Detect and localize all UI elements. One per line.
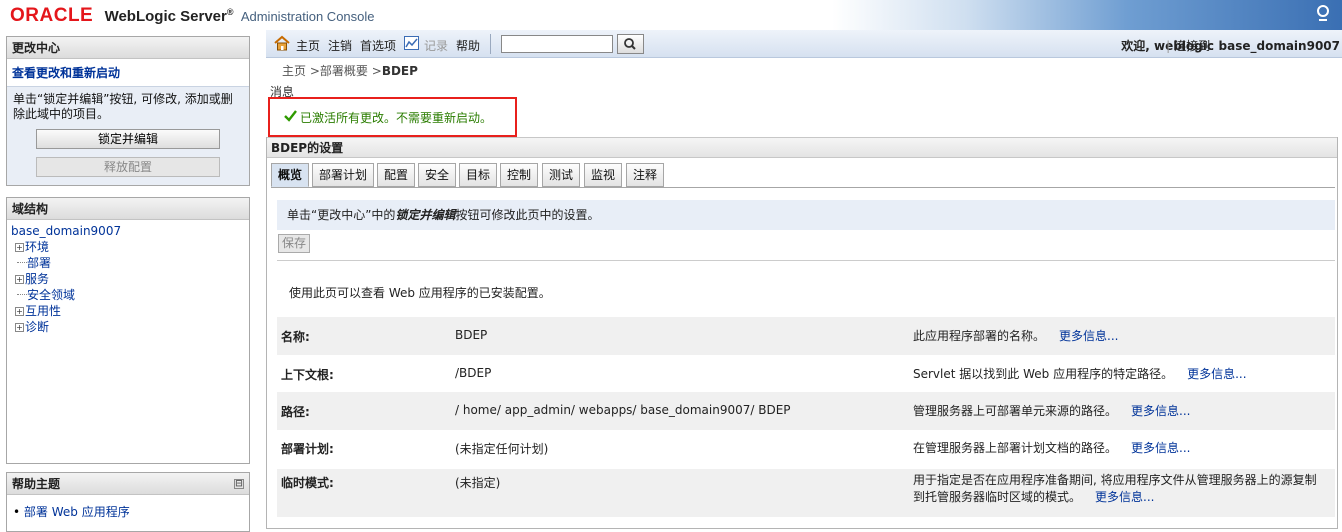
edit-note: 单击“更改中心”中的锁定并编辑按钮可修改此页中的设置。 xyxy=(277,200,1335,230)
change-center-title: 更改中心 xyxy=(7,37,249,59)
expand-icon[interactable]: + xyxy=(15,243,24,252)
more-info-link[interactable]: 更多信息... xyxy=(1131,441,1190,455)
more-info-link[interactable]: 更多信息... xyxy=(1131,404,1190,418)
magnifier-icon xyxy=(624,38,636,50)
header-banner: ORACLE WebLogic Server® Administration C… xyxy=(0,0,1342,30)
breadcrumb-current: BDEP xyxy=(381,64,418,78)
settings-panel: BDEP的设置 概览 部署计划 配置 安全 目标 控制 测试 监视 注释 单击“… xyxy=(266,137,1338,529)
top-toolbar: 主页 注销 首选项 记录 帮助 欢迎, weblogic | 连接到: base… xyxy=(266,30,1342,58)
field-label-deployment-plan: 部署计划: xyxy=(281,442,334,456)
field-label-name: 名称: xyxy=(281,330,310,344)
divider xyxy=(277,260,1335,261)
tab-overview[interactable]: 概览 xyxy=(271,163,309,187)
collapse-icon[interactable]: ⊟ xyxy=(234,479,244,489)
toolbar-search-input[interactable] xyxy=(501,35,613,53)
tab-control[interactable]: 控制 xyxy=(500,163,538,187)
help-list: • 部署 Web 应用程序 xyxy=(13,505,130,519)
more-info-link[interactable]: 更多信息... xyxy=(1095,490,1154,504)
lock-and-edit-button[interactable]: 锁定并编辑 xyxy=(36,129,220,149)
domain-structure-title: 域结构 xyxy=(7,198,249,220)
toolbar-record-link[interactable]: 记录 xyxy=(424,37,448,54)
breadcrumb-home[interactable]: 主页 xyxy=(282,64,306,78)
breadcrumb-deployments[interactable]: 部署概要 xyxy=(320,64,368,78)
console-name: Administration Console xyxy=(240,9,375,24)
connected-to: | 连接到: base_domain9007 xyxy=(1166,39,1340,53)
field-value-staging-mode: (未指定) xyxy=(455,476,501,490)
tab-security[interactable]: 安全 xyxy=(418,163,456,187)
field-value-path: / home/ app_admin/ webapps/ base_domain9… xyxy=(455,403,791,417)
help-link-deploy-web-app[interactable]: 部署 Web 应用程序 xyxy=(24,505,130,519)
field-help: 用于指定是否在应用程序准备期间, 将应用程序文件从管理服务器上的源复制 xyxy=(913,473,1317,487)
help-topics-title: 帮助主题 ⊟ xyxy=(7,473,249,495)
tab-monitoring[interactable]: 监视 xyxy=(584,163,622,187)
tree-root-domain[interactable]: base_domain9007 xyxy=(11,224,121,238)
table-row: 部署计划: (未指定任何计划) 在管理服务器上部署计划文档的路径。 更多信息... xyxy=(277,429,1335,467)
page-description: 使用此页可以查看 Web 应用程序的已安装配置。 xyxy=(289,286,551,300)
tab-divider xyxy=(271,187,1335,188)
domain-tree: base_domain9007 + 环境 部署 + 服务 安全领域 + 互用性 + 诊断 xyxy=(7,220,249,338)
record-icon[interactable] xyxy=(404,36,419,50)
home-icon[interactable] xyxy=(274,35,290,51)
toolbar-divider xyxy=(490,34,491,54)
more-info-link[interactable]: 更多信息... xyxy=(1059,329,1118,343)
tab-notes[interactable]: 注释 xyxy=(626,163,664,187)
domain-structure-panel: 域结构 base_domain9007 + 环境 部署 + 服务 安全领域 + 互用性… xyxy=(6,197,250,464)
tree-line-icon xyxy=(17,262,27,263)
table-row: 临时模式: (未指定) 用于指定是否在应用程序准备期间, 将应用程序文件从管理服… xyxy=(277,469,1335,517)
toolbar-logout-link[interactable]: 注销 xyxy=(328,37,352,54)
field-help: Servlet 据以找到此 Web 应用程序的特定路径。 xyxy=(913,367,1174,381)
tree-node-diagnostics[interactable]: + 诊断 xyxy=(11,319,245,335)
field-label-staging-mode: 临时模式: xyxy=(281,476,334,490)
success-message: 已激活所有更改。不需要重新启动。 xyxy=(300,111,493,125)
table-row: 上下文根: /BDEP Servlet 据以找到此 Web 应用程序的特定路径。… xyxy=(277,355,1335,393)
tree-line-icon xyxy=(17,294,27,295)
table-row: 名称: BDEP 此应用程序部署的名称。 更多信息... xyxy=(277,317,1335,355)
tree-node-security-realms[interactable]: 安全领域 xyxy=(11,287,245,303)
tab-targets[interactable]: 目标 xyxy=(459,163,497,187)
release-configuration-button[interactable]: 释放配置 xyxy=(36,157,220,177)
expand-icon[interactable]: + xyxy=(15,307,24,316)
field-value-deployment-plan: (未指定任何计划) xyxy=(455,442,549,456)
tree-node-environment[interactable]: + 环境 xyxy=(11,239,245,255)
edit-note-emphasis: 锁定并编辑 xyxy=(395,208,456,222)
more-info-link[interactable]: 更多信息... xyxy=(1187,367,1246,381)
toolbar-home-link[interactable]: 主页 xyxy=(296,37,320,54)
change-center-panel: 更改中心 查看更改和重新启动 单击“锁定并编辑”按钮, 可修改, 添加或删除此域… xyxy=(6,36,250,186)
field-label-context-root: 上下文根: xyxy=(281,368,334,382)
help-topics-panel: 帮助主题 ⊟ • 部署 Web 应用程序 xyxy=(6,472,250,532)
oracle-weblogic-logo: ORACLE WebLogic Server® Administration C… xyxy=(10,5,375,27)
field-help: 管理服务器上可部署单元来源的路径。 xyxy=(913,404,1118,418)
breadcrumb: 主页 >部署概要 >BDEP xyxy=(282,64,418,78)
tree-node-interoperability[interactable]: + 互用性 xyxy=(11,303,245,319)
field-value-context-root: /BDEP xyxy=(455,366,492,380)
field-help: 在管理服务器上部署计划文档的路径。 xyxy=(913,441,1118,455)
tree-node-deployments[interactable]: 部署 xyxy=(11,255,245,271)
settings-title: BDEP的设置 xyxy=(267,137,1337,158)
product-name: WebLogic Server® xyxy=(104,7,234,25)
checkmark-icon xyxy=(284,110,297,122)
change-center-description: 单击“锁定并编辑”按钮, 可修改, 添加或删除此域中的项目。 xyxy=(13,92,233,121)
oracle-brand: ORACLE xyxy=(10,5,94,26)
tab-configuration[interactable]: 配置 xyxy=(377,163,415,187)
toolbar-help-link[interactable]: 帮助 xyxy=(456,37,480,54)
save-button[interactable]: 保存 xyxy=(278,234,310,253)
expand-icon[interactable]: + xyxy=(15,275,24,284)
connected-domain: base_domain9007 xyxy=(1218,39,1340,53)
toolbar-preferences-link[interactable]: 首选项 xyxy=(360,37,396,54)
field-help: 此应用程序部署的名称。 xyxy=(913,329,1046,343)
view-changes-link[interactable]: 查看更改和重新启动 xyxy=(12,66,120,80)
expand-icon[interactable]: + xyxy=(15,323,24,332)
field-help: 到托管服务器临时区域的模式。 xyxy=(913,490,1082,504)
field-value-name: BDEP xyxy=(455,328,488,342)
tree-node-services[interactable]: + 服务 xyxy=(11,271,245,287)
field-label-path: 路径: xyxy=(281,405,310,419)
tab-testing[interactable]: 测试 xyxy=(542,163,580,187)
tab-deployment-plan[interactable]: 部署计划 xyxy=(312,163,374,187)
toolbar-search-button[interactable] xyxy=(617,34,644,54)
table-row: 路径: / home/ app_admin/ webapps/ base_dom… xyxy=(277,392,1335,430)
banner-search-icon[interactable] xyxy=(1314,4,1332,24)
